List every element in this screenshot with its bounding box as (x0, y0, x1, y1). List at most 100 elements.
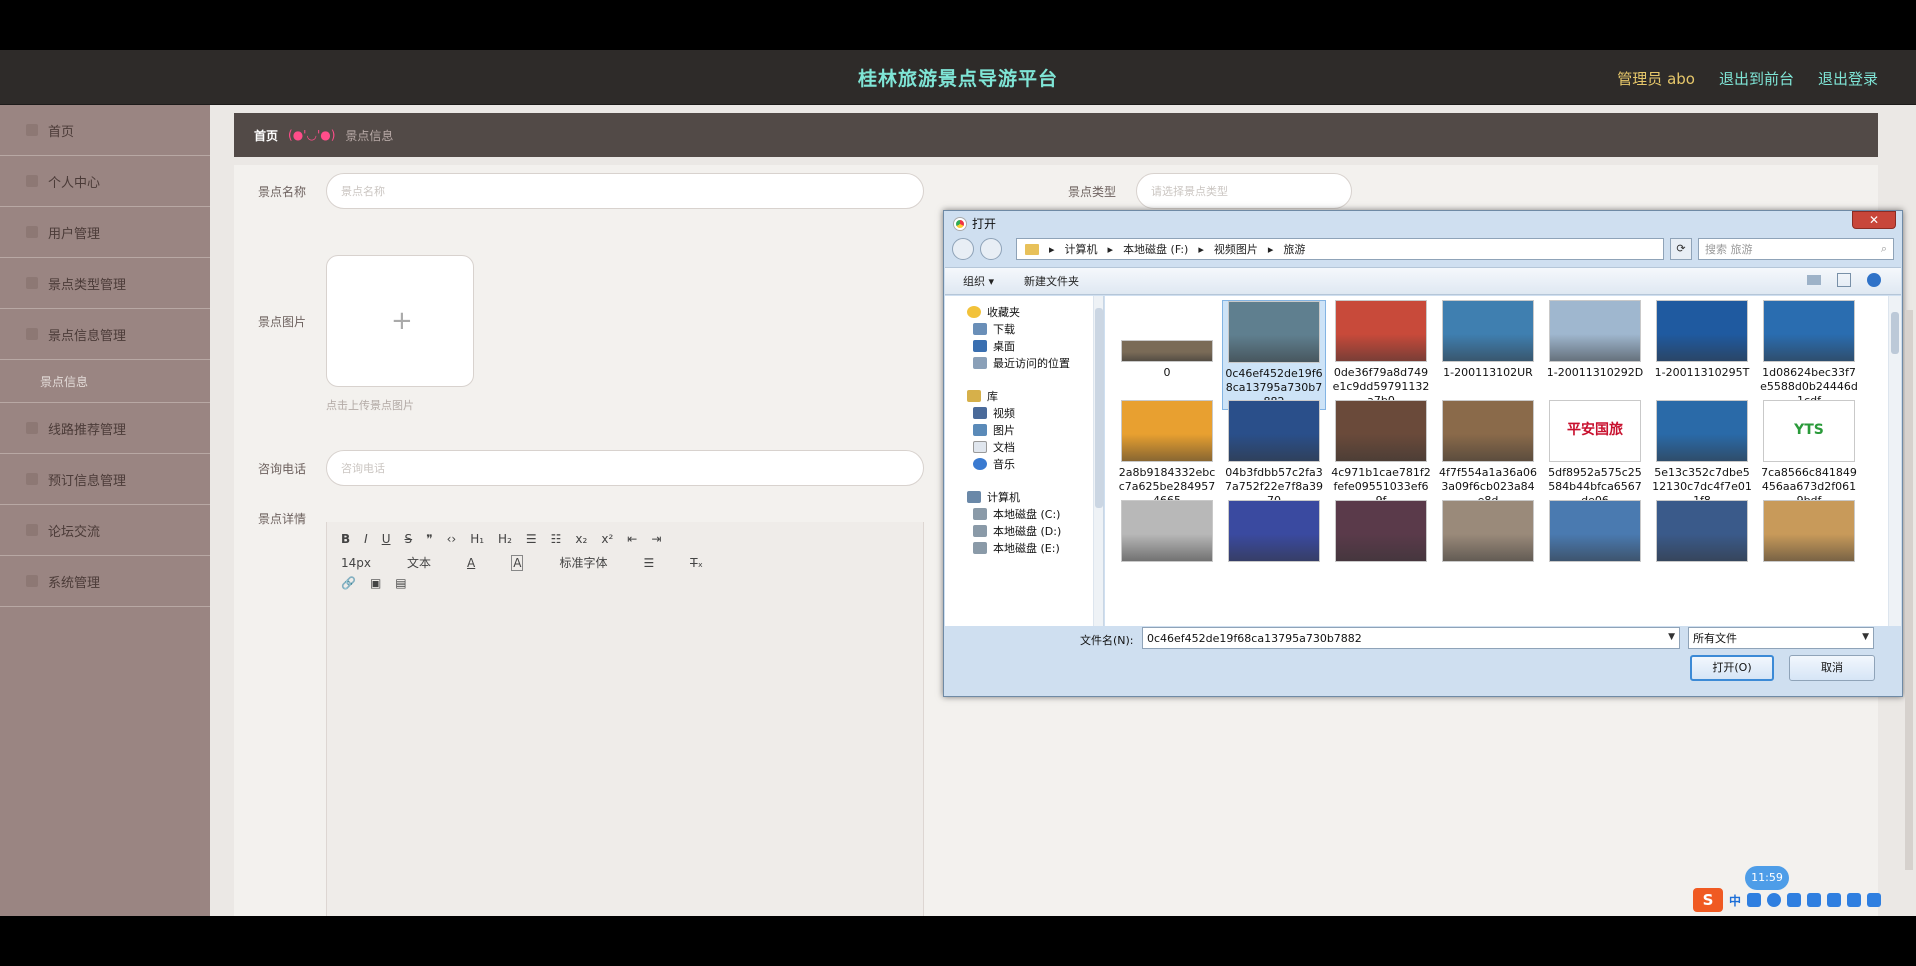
scroll-thumb[interactable] (1095, 308, 1103, 508)
dialog-search-input[interactable]: 搜索 旅游 ⌕ (1698, 238, 1894, 260)
nav-music[interactable]: 音乐 (973, 456, 1015, 472)
text-color-button[interactable]: A (467, 556, 475, 570)
cancel-button[interactable]: 取消 (1789, 655, 1875, 681)
quote-button[interactable]: ❞ (426, 532, 432, 546)
sidebar-item-profile[interactable]: 个人中心 (0, 156, 210, 207)
emoji-icon[interactable] (1767, 893, 1782, 907)
file-tile[interactable]: 平安国旅5df8952a575c25584b44bfca6567de06 (1543, 400, 1647, 508)
nav-pictures[interactable]: 图片 (973, 422, 1015, 438)
nav-documents[interactable]: 文档 (973, 439, 1015, 455)
superscript-button[interactable]: x² (601, 532, 613, 546)
file-tile[interactable]: 04b3fdbb57c2fa37a752f22e7f8a3970 (1222, 400, 1326, 508)
file-tile[interactable]: 1d08624bec33f7e5588d0b24446d1cdf (1757, 300, 1861, 408)
sidebar-subitem-spot-info[interactable]: 景点信息 (0, 360, 210, 403)
file-tile[interactable] (1436, 500, 1540, 566)
path-segment[interactable]: 视频图片 (1214, 241, 1258, 257)
path-segment[interactable]: 本地磁盘 (F:) (1123, 241, 1188, 257)
link-icon[interactable]: 🔗 (341, 576, 356, 590)
toolbox-icon[interactable] (1827, 893, 1842, 907)
page-scrollbar[interactable] (1905, 310, 1913, 870)
nav-downloads[interactable]: 下载 (973, 321, 1015, 337)
nav-disk-c[interactable]: 本地磁盘 (C:) (973, 506, 1060, 522)
nav-disk-e[interactable]: 本地磁盘 (E:) (973, 540, 1060, 556)
file-tile[interactable]: 0c46ef452de19f68ca13795a730b7882 (1222, 300, 1326, 410)
refresh-button[interactable]: ⟳ (1670, 238, 1692, 260)
path-segment[interactable]: 旅游 (1283, 241, 1305, 257)
strike-button[interactable]: S (405, 532, 413, 546)
organize-button[interactable]: 组织 ▾ (963, 273, 994, 289)
file-tile[interactable]: 0de36f79a8d749e1c9dd59791132a7b0 (1329, 300, 1433, 408)
file-tile[interactable] (1650, 500, 1754, 566)
file-tile[interactable]: 4f7f554a1a36a063a09f6cb023a84e8d (1436, 400, 1540, 508)
background-color-button[interactable]: A (511, 554, 524, 571)
file-tile[interactable]: 2a8b9184332ebcc7a625be2849574665 (1115, 400, 1219, 508)
nav-desktop[interactable]: 桌面 (973, 338, 1015, 354)
file-grid-scrollbar[interactable] (1888, 296, 1901, 626)
chevron-down-icon[interactable]: ▼ (1668, 632, 1675, 642)
sidebar-item-users[interactable]: 用户管理 (0, 207, 210, 258)
sidebar-item-spot-types[interactable]: 景点类型管理 (0, 258, 210, 309)
video-icon[interactable]: ▤ (395, 576, 406, 590)
file-tile[interactable]: 1-20011310295T (1650, 300, 1754, 380)
bold-button[interactable]: B (341, 532, 350, 546)
dialog-close-button[interactable]: ✕ (1852, 211, 1896, 229)
keyboard-icon[interactable] (1807, 893, 1822, 907)
nav-videos[interactable]: 视频 (973, 405, 1015, 421)
h1-button[interactable]: H₁ (470, 532, 484, 546)
ordered-list-button[interactable]: ☰ (526, 532, 537, 546)
file-tile[interactable] (1115, 500, 1219, 566)
spot-name-input[interactable]: 景点名称 (326, 173, 924, 209)
nav-computer[interactable]: 计算机 (967, 489, 1020, 505)
underline-button[interactable]: U (382, 532, 391, 546)
skin-icon[interactable] (1847, 893, 1862, 907)
scroll-thumb[interactable] (1891, 312, 1899, 354)
indent-button[interactable]: ⇥ (651, 532, 661, 546)
sidebar-item-system[interactable]: 系统管理 (0, 556, 210, 607)
file-tile[interactable]: 1-200113102UR (1436, 300, 1540, 380)
nav-recent[interactable]: 最近访问的位置 (973, 355, 1070, 371)
spot-type-select[interactable]: 请选择景点类型 (1136, 173, 1352, 209)
grid-menu-icon[interactable] (1867, 893, 1882, 907)
new-folder-button[interactable]: 新建文件夹 (1024, 273, 1079, 289)
phone-input[interactable]: 咨询电话 (326, 450, 924, 486)
file-tile[interactable]: 1-20011310292D (1543, 300, 1647, 380)
sidebar-item-bookings[interactable]: 预订信息管理 (0, 454, 210, 505)
nav-library[interactable]: 库 (967, 388, 998, 404)
chevron-down-icon[interactable]: ▼ (1862, 632, 1869, 642)
filetype-select[interactable]: 所有文件 ▼ (1688, 627, 1874, 649)
punctuation-icon[interactable] (1747, 893, 1762, 907)
help-icon[interactable] (1867, 273, 1881, 287)
sidebar-item-home[interactable]: 首页 (0, 105, 210, 156)
nav-pane-scrollbar[interactable] (1093, 296, 1103, 626)
clear-format-button[interactable]: T̶ₓ (690, 556, 703, 570)
image-upload-button[interactable]: + (326, 255, 474, 387)
align-button[interactable]: ☰ (643, 556, 654, 570)
view-mode-icon[interactable] (1807, 275, 1821, 285)
address-bar[interactable]: ▸ 计算机 ▸ 本地磁盘 (F:) ▸ 视频图片 ▸ 旅游 (1016, 238, 1664, 260)
file-tile[interactable] (1757, 500, 1861, 566)
nav-disk-d[interactable]: 本地磁盘 (D:) (973, 523, 1061, 539)
image-icon[interactable]: ▣ (370, 576, 381, 590)
sogou-ime-icon[interactable]: S (1693, 888, 1723, 912)
sidebar-item-routes[interactable]: 线路推荐管理 (0, 403, 210, 454)
breadcrumb-home[interactable]: 首页 (254, 127, 278, 144)
code-button[interactable]: ‹› (447, 532, 457, 546)
rich-text-editor[interactable]: B I U S ❞ ‹› H₁ H₂ ☰ ☷ x₂ x² ⇤ ⇥ 14px 文本… (326, 522, 924, 916)
font-size-select[interactable]: 14px (341, 556, 371, 570)
text-style-select[interactable]: 文本 (407, 554, 431, 571)
preview-pane-icon[interactable] (1837, 273, 1851, 287)
filename-input[interactable]: 0c46ef452de19f68ca13795a730b7882 ▼ (1142, 627, 1680, 649)
logout-link[interactable]: 退出登录 (1818, 68, 1878, 89)
file-tile[interactable]: 4c971b1cae781f2fefe09551033ef69f (1329, 400, 1433, 508)
subscript-button[interactable]: x₂ (575, 532, 587, 546)
sidebar-item-forum[interactable]: 论坛交流 (0, 505, 210, 556)
exit-to-front-link[interactable]: 退出到前台 (1719, 68, 1794, 89)
file-tile[interactable] (1543, 500, 1647, 566)
file-tile[interactable]: 0 (1115, 300, 1219, 380)
path-segment[interactable]: 计算机 (1065, 241, 1098, 257)
font-family-select[interactable]: 标准字体 (559, 554, 607, 571)
open-button[interactable]: 打开(O) (1690, 655, 1774, 681)
file-tile[interactable] (1329, 500, 1433, 566)
microphone-icon[interactable] (1787, 893, 1802, 907)
bullet-list-button[interactable]: ☷ (551, 532, 562, 546)
